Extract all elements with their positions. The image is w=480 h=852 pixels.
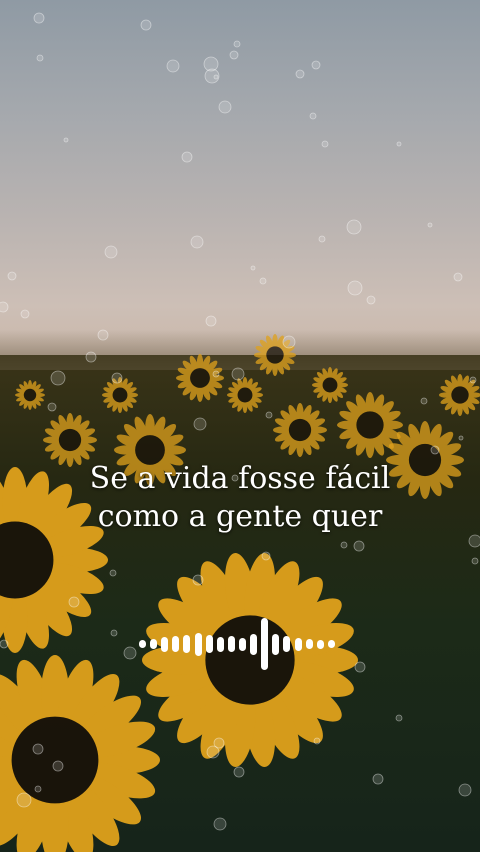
water-droplet <box>313 737 321 745</box>
water-droplet <box>231 367 245 381</box>
sunflower <box>43 412 97 468</box>
water-droplet <box>309 112 317 120</box>
sunflower <box>273 402 327 458</box>
water-droplet <box>250 265 256 271</box>
water-droplet <box>63 137 69 143</box>
water-droplet <box>68 596 80 608</box>
waveform-bar <box>183 635 191 653</box>
water-droplet <box>0 301 9 313</box>
water-droplet <box>213 817 227 831</box>
water-droplet <box>34 785 42 793</box>
water-droplet <box>396 141 402 147</box>
waveform-bar <box>227 636 235 652</box>
waveform-bar <box>194 632 202 656</box>
waveform-bar <box>172 636 180 652</box>
water-droplet <box>295 69 305 79</box>
water-droplet <box>471 557 479 565</box>
waveform-bar <box>150 639 158 649</box>
caption-line-1: Se a vida fosse fácil <box>89 461 391 496</box>
water-droplet <box>318 235 326 243</box>
waveform-bar <box>272 633 280 655</box>
sunflower <box>227 377 263 413</box>
water-droplet <box>205 315 217 327</box>
water-droplet <box>453 272 463 282</box>
sunflower <box>176 353 224 403</box>
waveform-bar <box>261 618 269 670</box>
water-droplet <box>458 783 472 797</box>
water-droplet <box>123 646 137 660</box>
waveform-bar <box>250 633 258 655</box>
waveform-bar <box>283 636 291 652</box>
water-droplet <box>229 50 239 60</box>
water-droplet <box>311 60 321 70</box>
water-droplet <box>111 372 123 384</box>
water-droplet <box>206 745 220 759</box>
water-droplet <box>20 309 30 319</box>
water-droplet <box>469 376 477 384</box>
water-droplet <box>218 100 232 114</box>
water-droplet <box>353 540 365 552</box>
water-droplet <box>193 417 207 431</box>
waveform-bar <box>161 636 169 652</box>
water-droplet <box>190 235 204 249</box>
sunflower <box>15 380 45 410</box>
water-droplet <box>52 760 64 772</box>
water-droplet <box>233 766 245 778</box>
water-droplet <box>203 56 219 72</box>
water-droplet <box>346 219 362 235</box>
water-droplet <box>395 714 403 722</box>
water-droplet <box>110 629 118 637</box>
water-droplet <box>7 271 17 281</box>
water-droplet <box>85 351 97 363</box>
water-droplet <box>372 773 384 785</box>
water-droplet <box>97 329 109 341</box>
water-droplet <box>50 370 66 386</box>
lyric-caption: Se a vida fosse fácil como a gente quer <box>0 460 480 536</box>
water-droplet <box>104 245 118 259</box>
water-droplet <box>166 59 180 73</box>
water-droplet <box>427 222 433 228</box>
waveform-bar <box>327 640 335 648</box>
water-droplet <box>458 435 464 441</box>
water-droplet <box>36 54 44 62</box>
waveform-bar <box>305 639 313 649</box>
waveform-bar <box>238 637 246 651</box>
waveform-bar <box>139 640 146 648</box>
water-droplet <box>47 402 57 412</box>
water-droplet <box>192 574 204 586</box>
sunflowers-illustration <box>0 12 480 852</box>
water-droplet <box>468 534 480 548</box>
sunflower <box>312 367 348 403</box>
water-droplet <box>265 411 273 419</box>
water-droplet <box>321 140 329 148</box>
water-droplet <box>340 541 348 549</box>
water-droplet <box>354 661 366 673</box>
waveform-bar <box>294 637 302 651</box>
water-droplet <box>420 397 428 405</box>
water-droplet <box>16 792 32 808</box>
water-droplet <box>430 445 440 455</box>
water-droplet <box>233 40 241 48</box>
waveform-bar <box>316 639 324 649</box>
audio-waveform <box>139 618 335 670</box>
water-droplet <box>259 277 267 285</box>
water-droplet <box>0 639 9 649</box>
water-droplet <box>282 335 296 349</box>
water-droplet <box>33 12 45 24</box>
water-droplet <box>261 551 271 561</box>
water-droplet <box>109 569 117 577</box>
caption-line-2: como a gente quer <box>97 499 383 534</box>
video-frame: Se a vida fosse fácil como a gente quer <box>0 0 480 852</box>
water-droplet <box>212 370 220 378</box>
water-droplet <box>366 295 376 305</box>
water-droplet <box>181 151 193 163</box>
water-droplet <box>32 743 44 755</box>
water-droplet <box>140 19 152 31</box>
sunflower <box>0 655 160 852</box>
waveform-bar <box>205 635 213 653</box>
waveform-bar <box>216 636 224 652</box>
water-droplet <box>347 280 363 296</box>
